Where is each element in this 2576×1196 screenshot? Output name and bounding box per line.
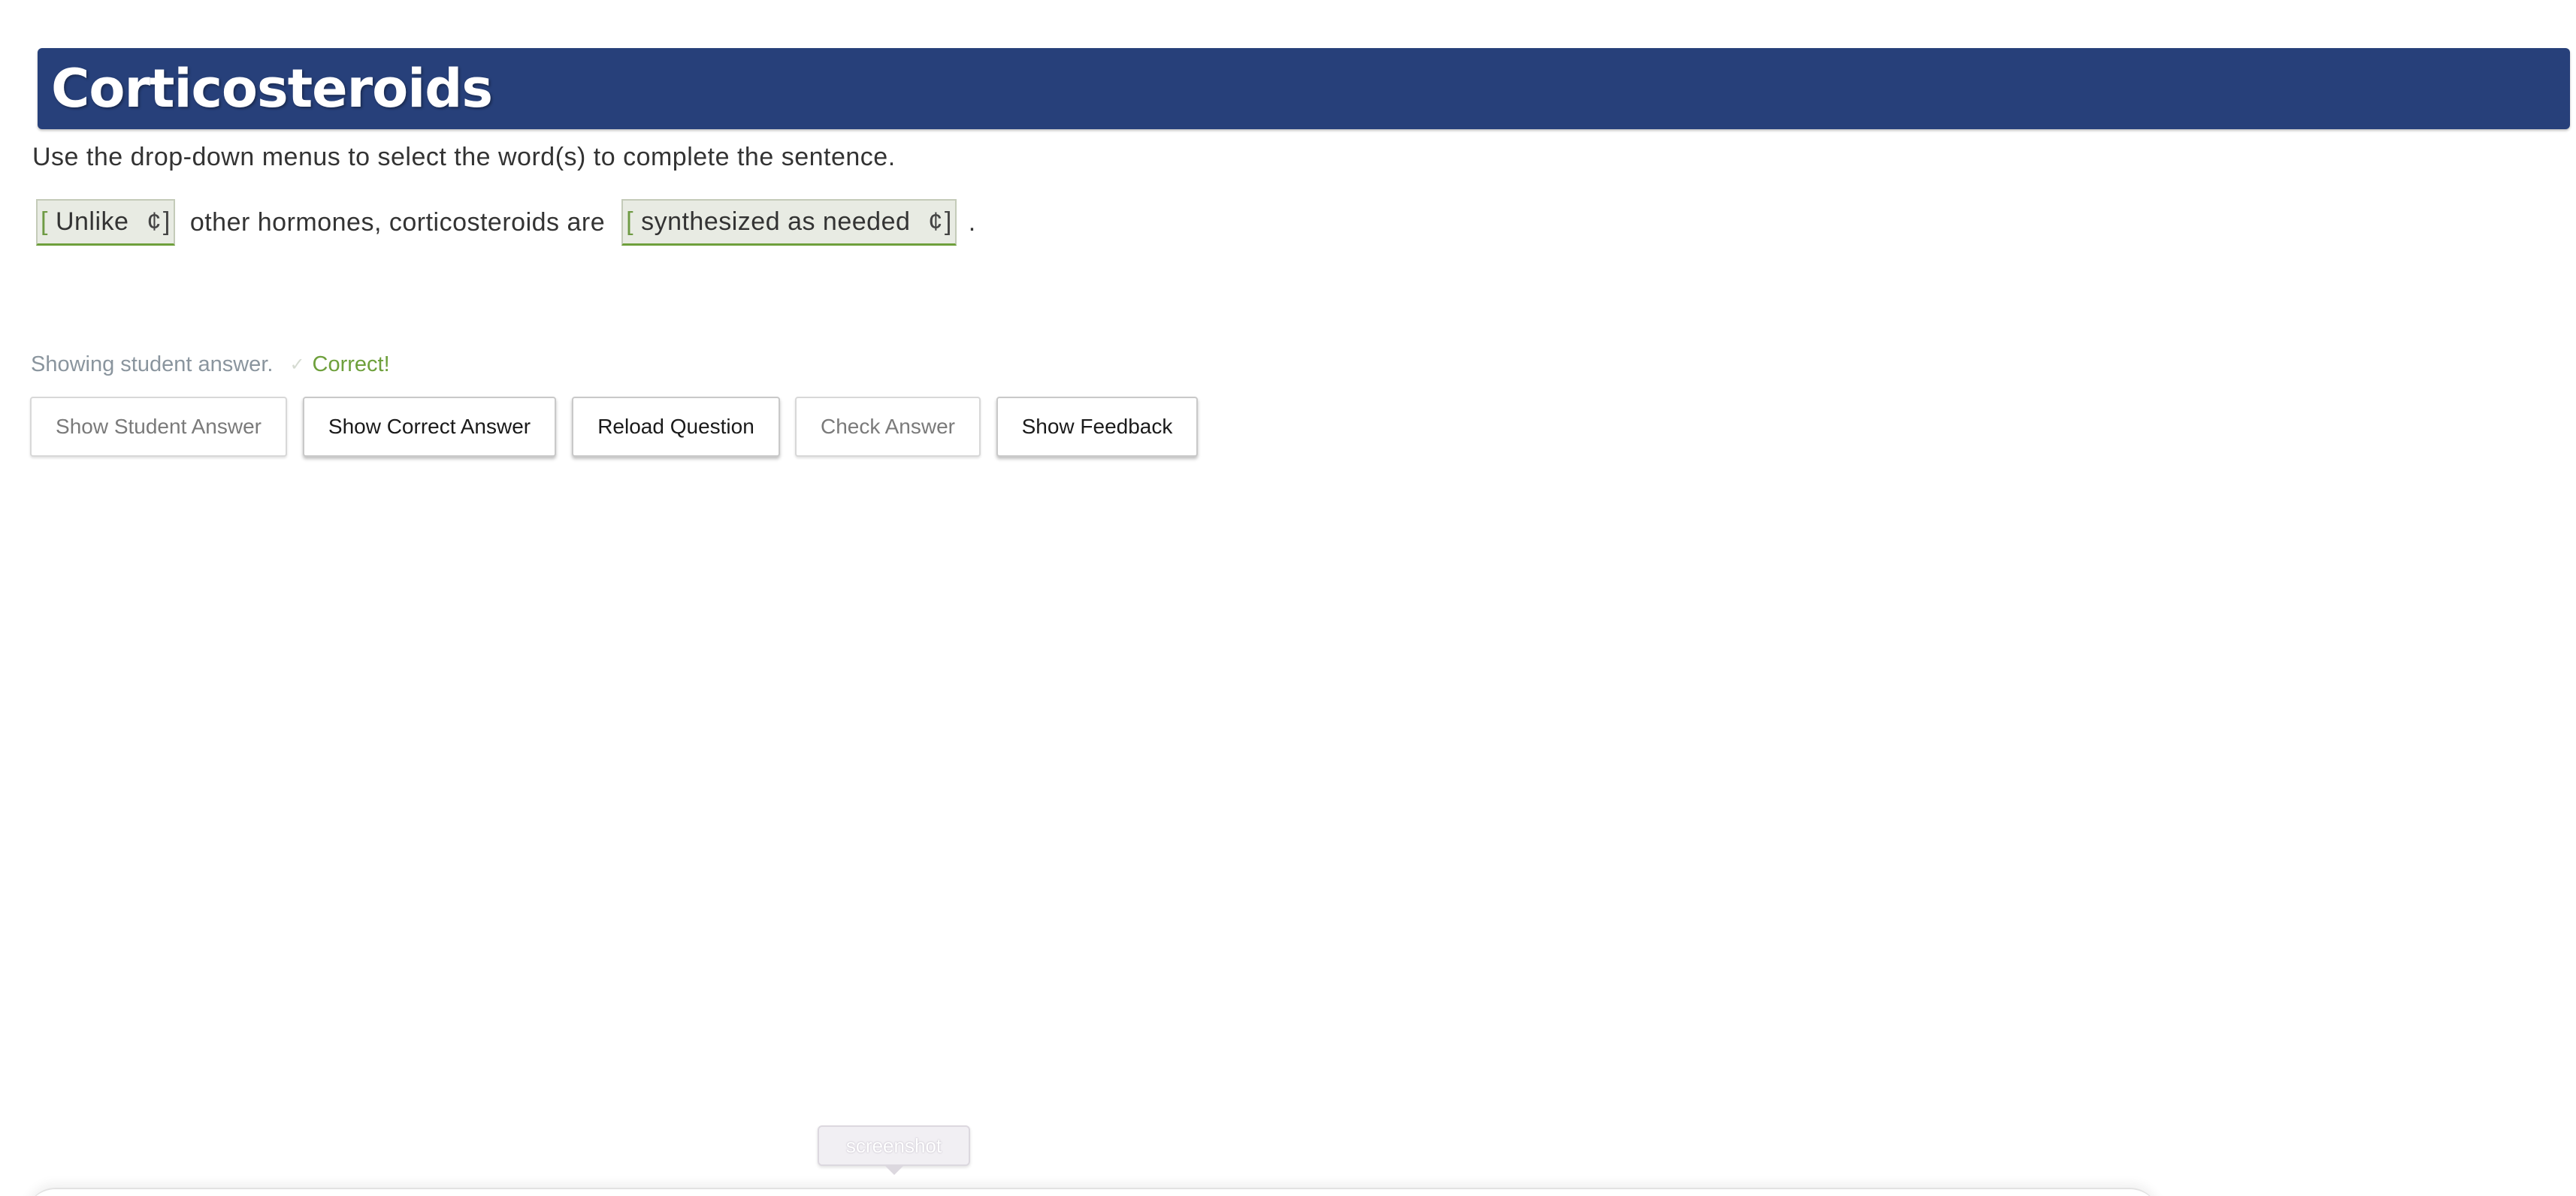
dropdown-caret-icon: ¢ [928, 207, 943, 236]
status-showing-text: Showing student answer. [31, 352, 274, 376]
check-answer-button[interactable]: Check Answer [795, 397, 981, 457]
dropdown-open-bracket: [ [626, 207, 634, 236]
bottom-panel [26, 1188, 2160, 1196]
dropdown-unlike[interactable]: [ Unlike ¢ ] [36, 199, 175, 246]
tooltip-arrow [884, 1164, 905, 1175]
check-icon: ✓ [289, 355, 305, 375]
dropdown-close-bracket: ] [944, 207, 952, 236]
dropdown-selected-value: Unlike [55, 207, 129, 236]
dropdown-synthesized[interactable]: [ synthesized as needed ¢ ] [621, 199, 957, 246]
sentence-middle-text: other hormones, corticosteroids are [189, 207, 606, 237]
show-feedback-button[interactable]: Show Feedback [996, 397, 1198, 457]
screenshot-tooltip: screenshot [818, 1125, 970, 1166]
answer-status: Showing student answer. ✓ Correct! [31, 352, 390, 377]
dropdown-caret-icon: ¢ [147, 207, 162, 236]
title-bar: Corticosteroids [38, 48, 2570, 129]
sentence-end-text: . [968, 207, 976, 237]
show-correct-answer-button[interactable]: Show Correct Answer [303, 397, 556, 457]
show-student-answer-button[interactable]: Show Student Answer [30, 397, 287, 457]
question-sentence: [ Unlike ¢ ] other hormones, corticoster… [36, 198, 976, 246]
question-instructions: Use the drop-down menus to select the wo… [32, 143, 896, 171]
dropdown-open-bracket: [ [41, 207, 48, 236]
status-result-text: Correct! [312, 352, 390, 376]
page-title: Corticosteroids [51, 58, 493, 119]
dropdown-selected-value: synthesized as needed [641, 207, 911, 236]
dropdown-close-bracket: ] [162, 207, 171, 236]
reload-question-button[interactable]: Reload Question [572, 397, 780, 457]
